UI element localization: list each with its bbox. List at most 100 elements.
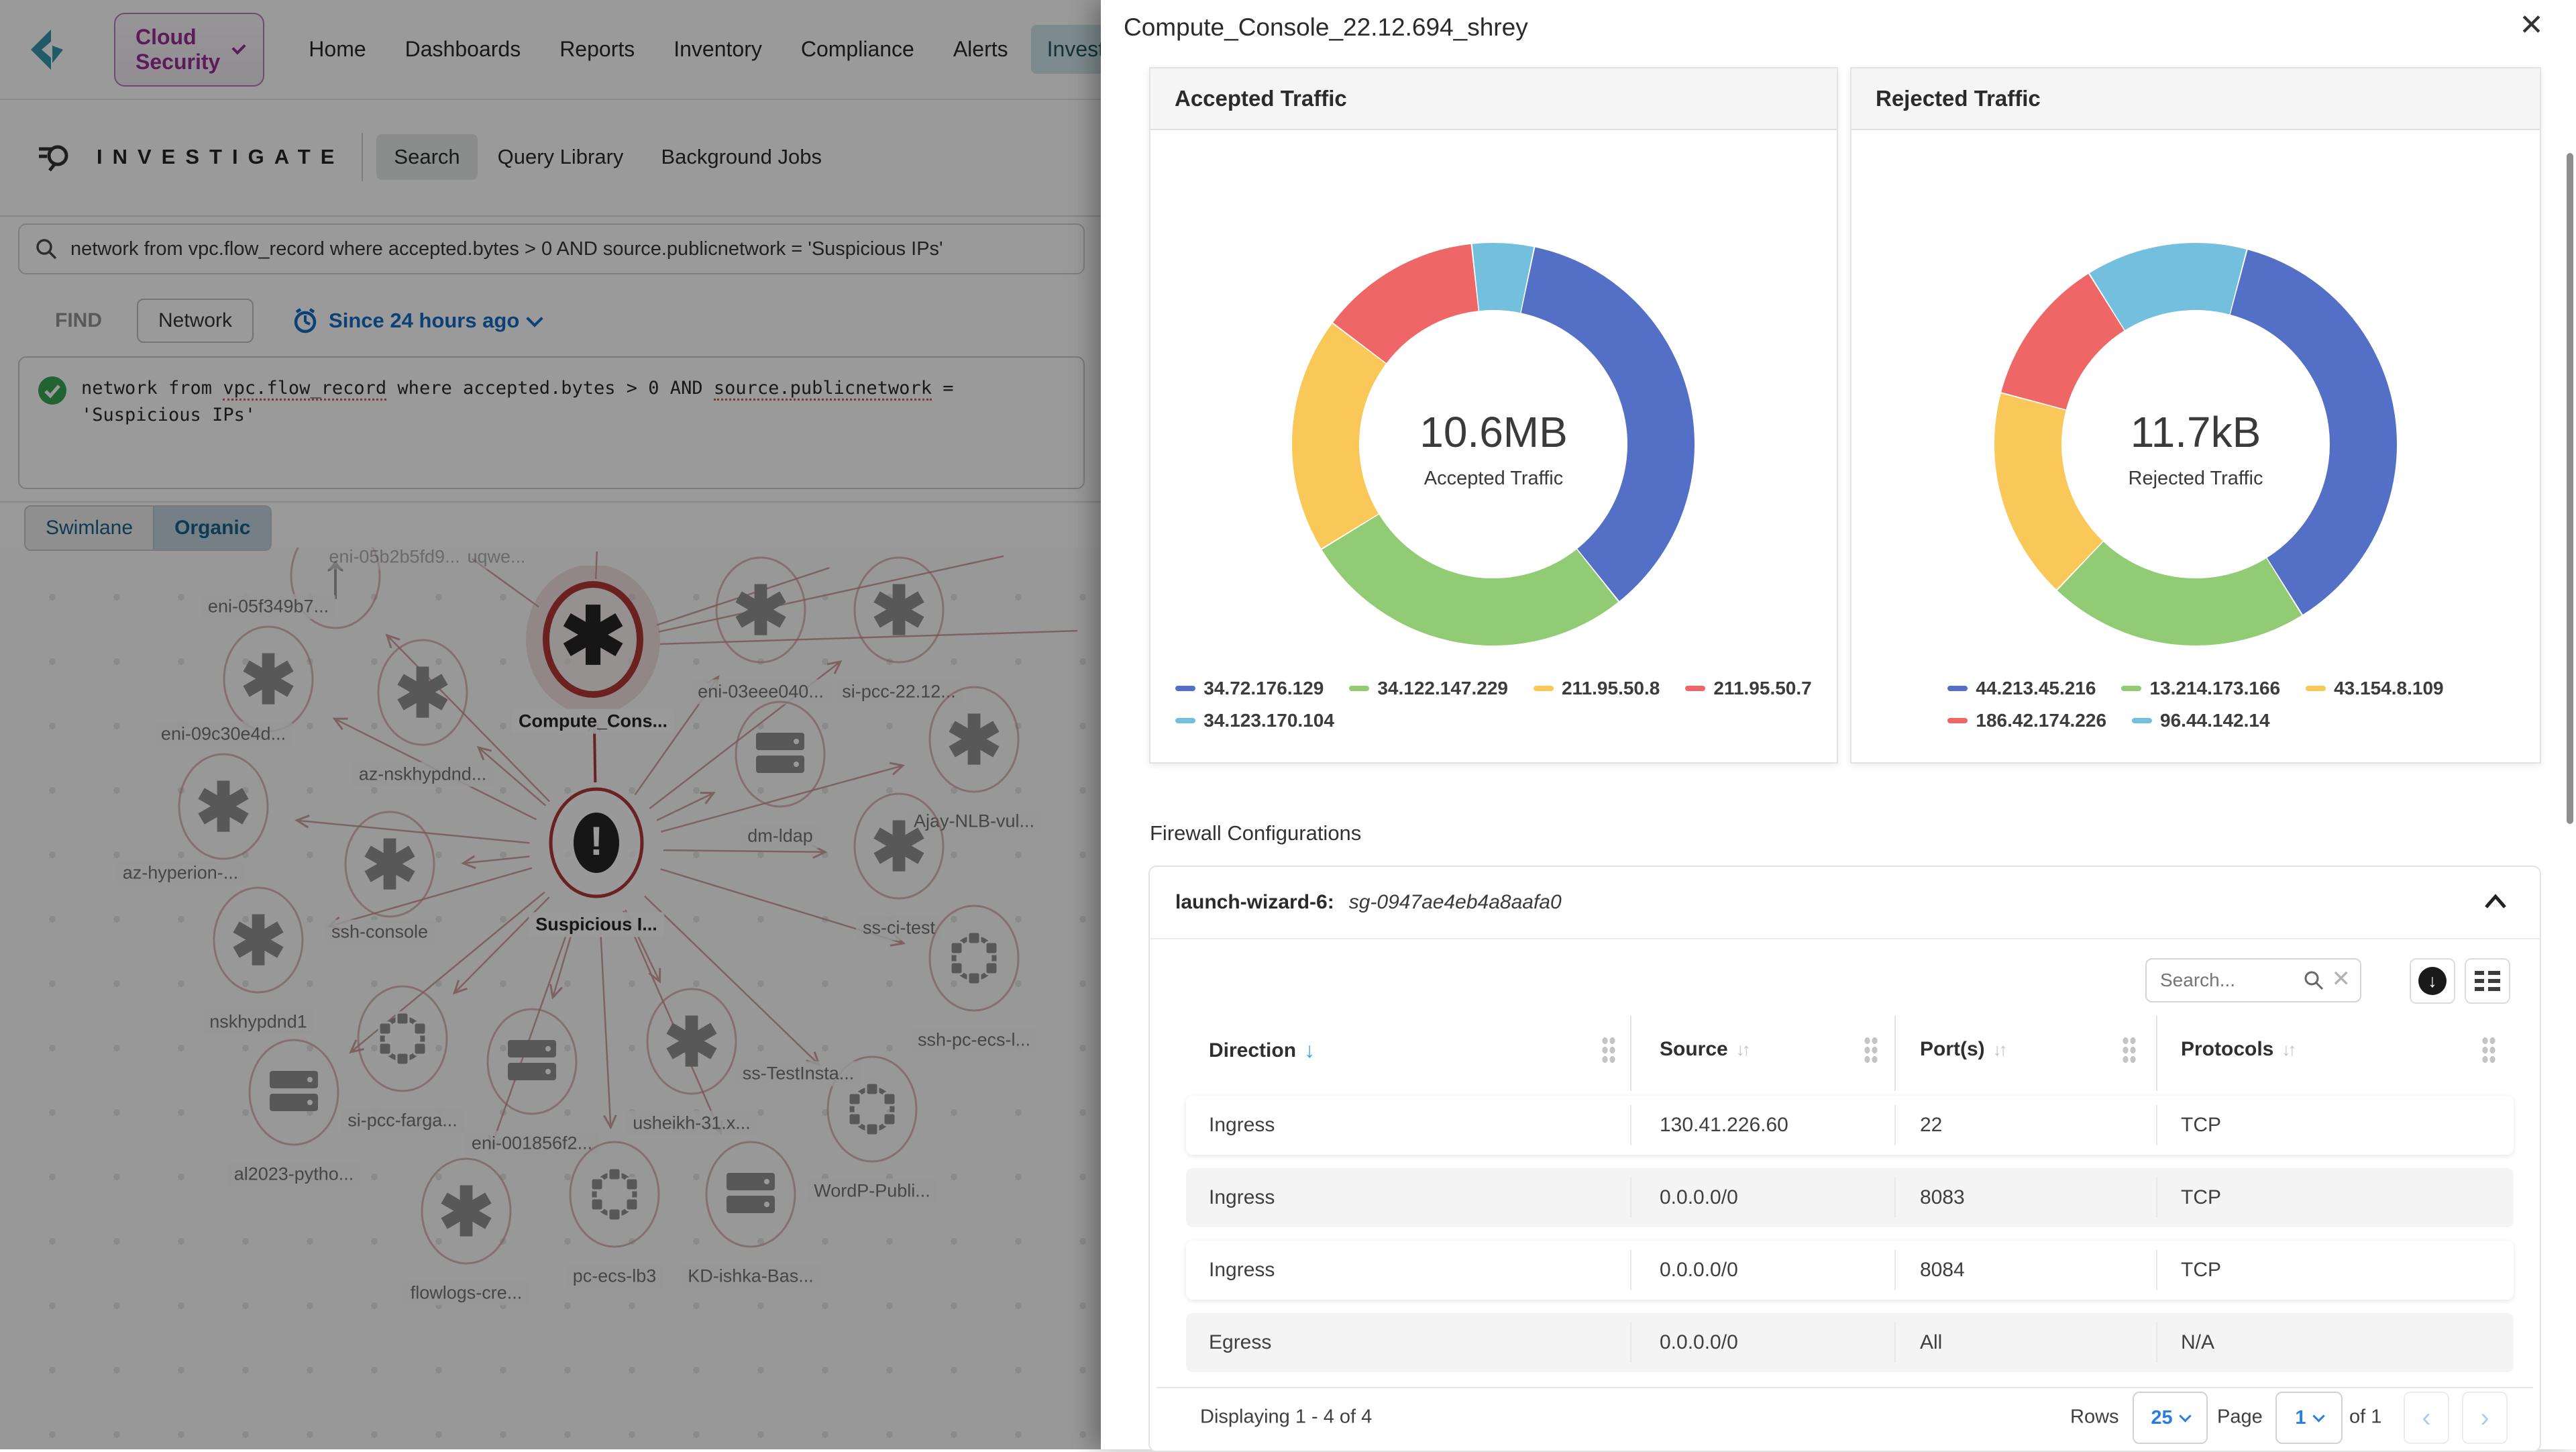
table-cell-direction: Ingress xyxy=(1209,1186,1275,1209)
table-row[interactable]: Ingress0.0.0.0/08084TCP xyxy=(1186,1241,2514,1300)
cell-separator xyxy=(1894,1178,1896,1218)
donut-slice-186-42-174-226[interactable] xyxy=(2034,302,2106,401)
legend-row: 34.123.170.104 xyxy=(1175,710,1334,731)
legend-color-dash xyxy=(2132,718,2152,723)
table-search-box[interactable]: ✕ xyxy=(2145,958,2361,1002)
column-header-direction[interactable]: Direction ↓ xyxy=(1209,1038,1315,1063)
cell-separator xyxy=(2156,1105,2157,1145)
donut-slice-13-214-173-166[interactable] xyxy=(2080,566,2284,612)
table-row[interactable]: Ingress0.0.0.0/08083TCP xyxy=(1186,1168,2514,1227)
table-search-input[interactable] xyxy=(2159,969,2302,992)
legend-item-211-95-50-8[interactable]: 211.95.50.8 xyxy=(1534,678,1660,699)
column-header-label: Port(s) xyxy=(1920,1038,1985,1061)
sort-icon-port-s[interactable]: ↓↑ xyxy=(1993,1039,2005,1060)
legend-item-96-44-142-14[interactable]: 96.44.142.14 xyxy=(2132,710,2270,731)
close-icon[interactable]: ✕ xyxy=(2519,11,2544,40)
rows-per-page-value: 25 xyxy=(2151,1407,2172,1429)
page-select[interactable]: 1 xyxy=(2275,1392,2343,1444)
legend-item-34-123-170-104[interactable]: 34.123.170.104 xyxy=(1175,710,1334,731)
donut-slice-34-122-147-229[interactable] xyxy=(1350,532,1597,612)
table-cell-protocols: N/A xyxy=(2181,1331,2214,1354)
donut-slice-43-154-8-109[interactable] xyxy=(2028,402,2080,565)
modal-dim-overlay xyxy=(0,0,1101,1449)
download-icon: ↓ xyxy=(2418,967,2447,995)
column-drag-handle[interactable] xyxy=(1601,1036,1616,1064)
legend-label: 211.95.50.8 xyxy=(1562,678,1660,699)
security-group-name: launch-wizard-6: xyxy=(1175,891,1334,914)
column-drag-handle[interactable] xyxy=(1864,1036,1878,1064)
legend-color-dash xyxy=(1947,718,1968,723)
table-cell-source: 0.0.0.0/0 xyxy=(1660,1186,1738,1209)
column-settings-button[interactable] xyxy=(2465,958,2510,1004)
column-header-label: Source xyxy=(1660,1038,1728,1061)
rows-label: Rows xyxy=(2070,1406,2119,1429)
legend-item-43-154-8-109[interactable]: 43.154.8.109 xyxy=(2306,678,2444,699)
legend-label: 96.44.142.14 xyxy=(2160,710,2270,731)
chevron-down-icon xyxy=(2179,1410,2191,1422)
legend-item-13-214-173-166[interactable]: 13.214.173.166 xyxy=(2121,678,2280,699)
cell-separator xyxy=(1630,1250,1631,1290)
column-header-label: Direction xyxy=(1209,1039,1296,1062)
chevron-down-icon xyxy=(2312,1410,2324,1422)
rejected-traffic-donut-chart[interactable] xyxy=(1981,229,2410,659)
table-row[interactable]: Egress0.0.0.0/0AllN/A xyxy=(1186,1313,2514,1372)
legend-item-34-72-176-129[interactable]: 34.72.176.129 xyxy=(1175,678,1324,699)
column-drag-handle[interactable] xyxy=(2481,1036,2496,1064)
cell-separator xyxy=(1894,1250,1896,1290)
table-cell-port-s: All xyxy=(1920,1331,1942,1354)
cell-separator xyxy=(2156,1250,2157,1290)
legend-label: 44.213.45.216 xyxy=(1976,678,2096,699)
page-value: 1 xyxy=(2295,1407,2306,1429)
next-page-button[interactable]: › xyxy=(2462,1392,2508,1444)
cell-separator xyxy=(2156,1178,2157,1218)
sort-icon-protocols[interactable]: ↓↑ xyxy=(2282,1039,2294,1060)
page-total: of 1 xyxy=(2349,1406,2381,1429)
column-header-port-s[interactable]: Port(s) ↓↑ xyxy=(1920,1038,2005,1061)
card-title: Rejected Traffic xyxy=(1876,86,2041,111)
table-cell-direction: Egress xyxy=(1209,1331,1271,1354)
legend-label: 34.123.170.104 xyxy=(1203,710,1334,731)
rejected-traffic-card: Rejected Traffic 11.7kB Rejected Traffic… xyxy=(1850,67,2541,764)
accordion-header[interactable]: launch-wizard-6: sg-0947ae4eb4a8aafa0 xyxy=(1150,867,2540,939)
donut-slice-211-95-50-8[interactable] xyxy=(1326,344,1359,531)
chevron-up-icon[interactable] xyxy=(2482,892,2509,915)
table-cell-direction: Ingress xyxy=(1209,1259,1275,1282)
clear-search-icon[interactable]: ✕ xyxy=(2332,966,2351,992)
column-separator xyxy=(1894,1016,1896,1091)
column-separator xyxy=(2156,1016,2157,1091)
cell-separator xyxy=(1630,1323,1631,1363)
table-cell-protocols: TCP xyxy=(2181,1186,2221,1209)
asset-detail-panel: Compute_Console_22.12.694_shrey ✕ Accept… xyxy=(1101,0,2576,1449)
rows-per-page-select[interactable]: 25 xyxy=(2133,1392,2208,1444)
download-button[interactable]: ↓ xyxy=(2410,958,2455,1004)
legend-color-dash xyxy=(2306,686,2326,691)
donut-slice-211-95-50-7[interactable] xyxy=(1360,278,1474,343)
pagination-summary: Displaying 1 - 4 of 4 xyxy=(1200,1406,1372,1429)
column-header-label: Protocols xyxy=(2181,1038,2273,1061)
legend-color-dash xyxy=(2121,686,2141,691)
legend-item-34-122-147-229[interactable]: 34.122.147.229 xyxy=(1349,678,1508,699)
legend-color-dash xyxy=(1947,686,1968,691)
column-header-source[interactable]: Source ↓↑ xyxy=(1660,1038,1748,1061)
donut-slice-34-123-170-104[interactable] xyxy=(1476,276,1527,280)
sort-icon-source[interactable]: ↓↑ xyxy=(1736,1039,1748,1060)
cell-separator xyxy=(1894,1323,1896,1363)
legend-color-dash xyxy=(1175,718,1195,723)
legend-item-44-213-45-216[interactable]: 44.213.45.216 xyxy=(1947,678,2096,699)
donut-slice-34-72-176-129[interactable] xyxy=(1528,280,1661,574)
legend-item-186-42-174-226[interactable]: 186.42.174.226 xyxy=(1947,710,2106,731)
divider xyxy=(1157,1387,2533,1388)
legend-color-dash xyxy=(1349,686,1369,691)
scrollbar[interactable] xyxy=(2567,153,2573,824)
accepted-traffic-donut-chart[interactable] xyxy=(1279,229,1708,659)
previous-page-button[interactable]: ‹ xyxy=(2404,1392,2449,1444)
donut-slice-44-213-45-216[interactable] xyxy=(2239,282,2363,586)
legend-item-211-95-50-7[interactable]: 211.95.50.7 xyxy=(1685,678,1811,699)
column-drag-handle[interactable] xyxy=(2122,1036,2137,1064)
search-icon xyxy=(2302,969,2325,992)
table-row[interactable]: Ingress130.41.226.6022TCP xyxy=(1186,1096,2514,1155)
sort-icon-direction[interactable]: ↓ xyxy=(1304,1038,1315,1063)
donut-slice-96-44-142-14[interactable] xyxy=(2107,276,2238,302)
column-header-protocols[interactable]: Protocols ↓↑ xyxy=(2181,1038,2294,1061)
legend-row: 34.72.176.129 34.122.147.229 211.95.50.8 21… xyxy=(1175,678,1811,699)
